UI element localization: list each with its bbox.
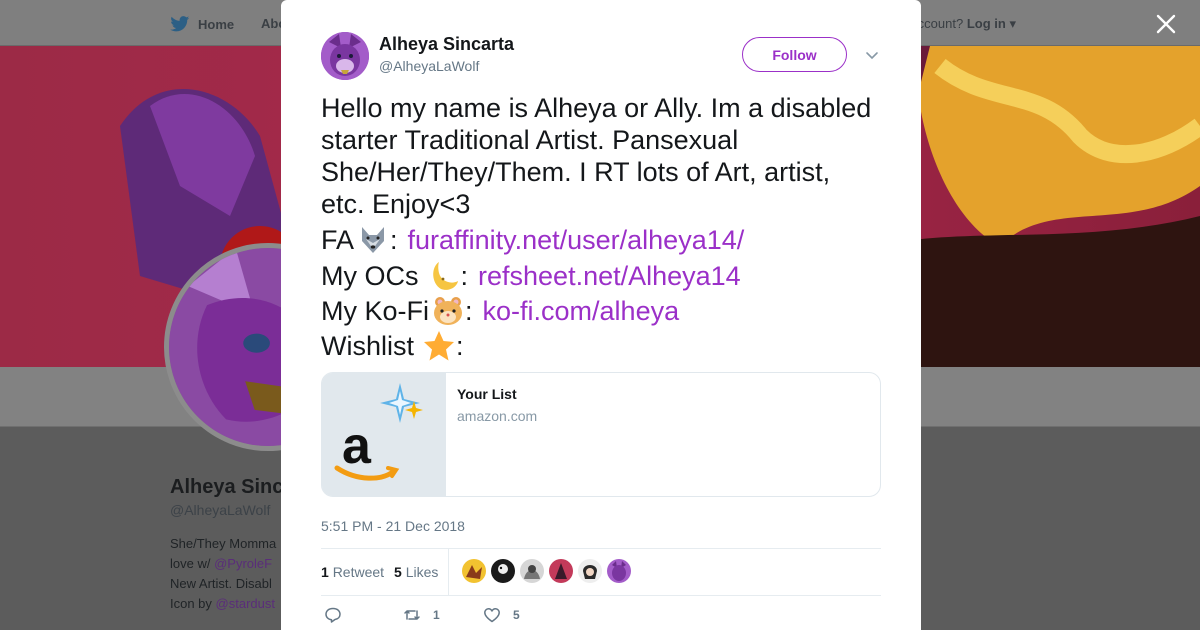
tweet-modal: Alheya Sincarta @AlheyaLaWolf Follow Hel… (281, 0, 921, 630)
like-action-count: 5 (513, 608, 520, 622)
star-emoji-icon (424, 331, 454, 361)
fa-label: FA (321, 225, 355, 255)
bio-mention-link[interactable]: @PyroleF (214, 556, 272, 571)
stats-bottom-divider (321, 595, 881, 596)
twitter-bird-icon (170, 16, 190, 32)
retweet-icon (404, 610, 420, 620)
kofi-link[interactable]: ko-fi.com/alheya (483, 295, 680, 327)
bio-line-text: love w/ (170, 556, 215, 571)
card-thumbnail: a (322, 373, 446, 496)
ocs-link[interactable]: refsheet.net/Alheya14 (478, 260, 741, 292)
retweet-action[interactable]: 1 (403, 606, 440, 624)
tweet-ocs-line: My OCs : refsheet.net/Alheya14 (321, 259, 741, 293)
liker-avatar[interactable] (549, 559, 573, 583)
chevron-down-icon[interactable] (864, 47, 880, 63)
login-caret-icon: ▾ (1009, 16, 1016, 31)
background-profile-name: Alheya Sinc (170, 476, 284, 498)
stats-separator (448, 549, 449, 595)
retweet-stat[interactable]: 1 Retweet (321, 564, 384, 580)
nav-home[interactable]: Home (170, 16, 234, 32)
ocs-colon: : (460, 261, 469, 291)
fa-link[interactable]: furaffinity.net/user/alheya14/ (408, 224, 745, 256)
author-display-name[interactable]: Alheya Sincarta (379, 34, 514, 55)
likes-stat[interactable]: 5 Likes (394, 564, 438, 580)
link-preview-card[interactable]: a Your List amazon.com (321, 372, 881, 497)
card-domain: amazon.com (457, 408, 538, 424)
liker-avatar[interactable] (491, 559, 515, 583)
reply-icon (325, 607, 341, 623)
retweet-stat-label: Retweet (332, 564, 385, 580)
bio-line-text: Icon by (170, 596, 216, 611)
amazon-logo-icon: a (322, 373, 446, 496)
kofi-colon: : (465, 296, 473, 326)
likes-stat-count: 5 (394, 564, 402, 580)
wolf-emoji-icon (362, 227, 385, 253)
tweet-body-text: Hello my name is Alheya or Ally. Im a di… (321, 93, 872, 219)
close-icon[interactable] (1154, 12, 1178, 36)
like-action[interactable]: 5 (483, 606, 520, 624)
author-avatar[interactable] (321, 32, 369, 80)
liker-avatar[interactable] (520, 559, 544, 583)
tweet-fa-line: FA : furaffinity.net/user/alheya14/ (321, 223, 744, 257)
nav-account-area: ccount? Log in ▾ (918, 16, 1016, 32)
nav-home-label: Home (198, 16, 235, 32)
bio-mention-link[interactable]: @stardust (216, 596, 275, 611)
bio-line: love w/ @PyroleF (170, 554, 276, 574)
tweet-stats: 1 Retweet 5 Likes (321, 549, 448, 595)
retweet-action-count: 1 (433, 608, 440, 622)
likes-stat-label: Likes (405, 564, 439, 580)
fa-colon: : (390, 225, 398, 255)
wishlist-colon: : (456, 331, 464, 361)
wishlist-label: Wishlist (321, 331, 414, 361)
tweet-timestamp[interactable]: 5:51 PM - 21 Dec 2018 (321, 518, 465, 534)
follow-button[interactable]: Follow (742, 37, 847, 72)
retweet-stat-count: 1 (321, 564, 329, 580)
account-prompt: ccount? (917, 16, 964, 31)
liker-avatar[interactable] (462, 559, 486, 583)
ocs-label: My OCs (321, 261, 419, 291)
liker-avatar[interactable] (607, 559, 631, 583)
tweet-kofi-line: My Ko-Fi : ko-fi.com/alheya (321, 294, 679, 328)
background-profile-handle: @AlheyaLaWolf (170, 502, 271, 518)
bio-line: Icon by @stardust (170, 594, 276, 614)
svg-text:a: a (342, 417, 372, 475)
wolf-avatar-icon (321, 32, 369, 80)
bio-line: She/They Momma (170, 536, 277, 551)
hamster-emoji-icon (434, 297, 462, 325)
tweet-wishlist-line: Wishlist : (321, 329, 464, 363)
login-link[interactable]: Log in (967, 16, 1006, 31)
reply-action[interactable] (324, 606, 354, 624)
bio-line: New Artist. Disabl (170, 576, 272, 591)
author-screen-name[interactable]: @AlheyaLaWolf (379, 58, 479, 74)
liker-avatar[interactable] (578, 559, 602, 583)
heart-icon (484, 608, 500, 623)
liker-avatars (462, 559, 636, 583)
background-profile-bio: She/They Momma love w/ @PyroleF New Arti… (170, 534, 276, 614)
card-title: Your List (457, 386, 517, 402)
kofi-label: My Ko-Fi (321, 296, 429, 326)
moon-emoji-icon (432, 262, 458, 290)
tweet-actions: 1 5 (321, 606, 881, 630)
